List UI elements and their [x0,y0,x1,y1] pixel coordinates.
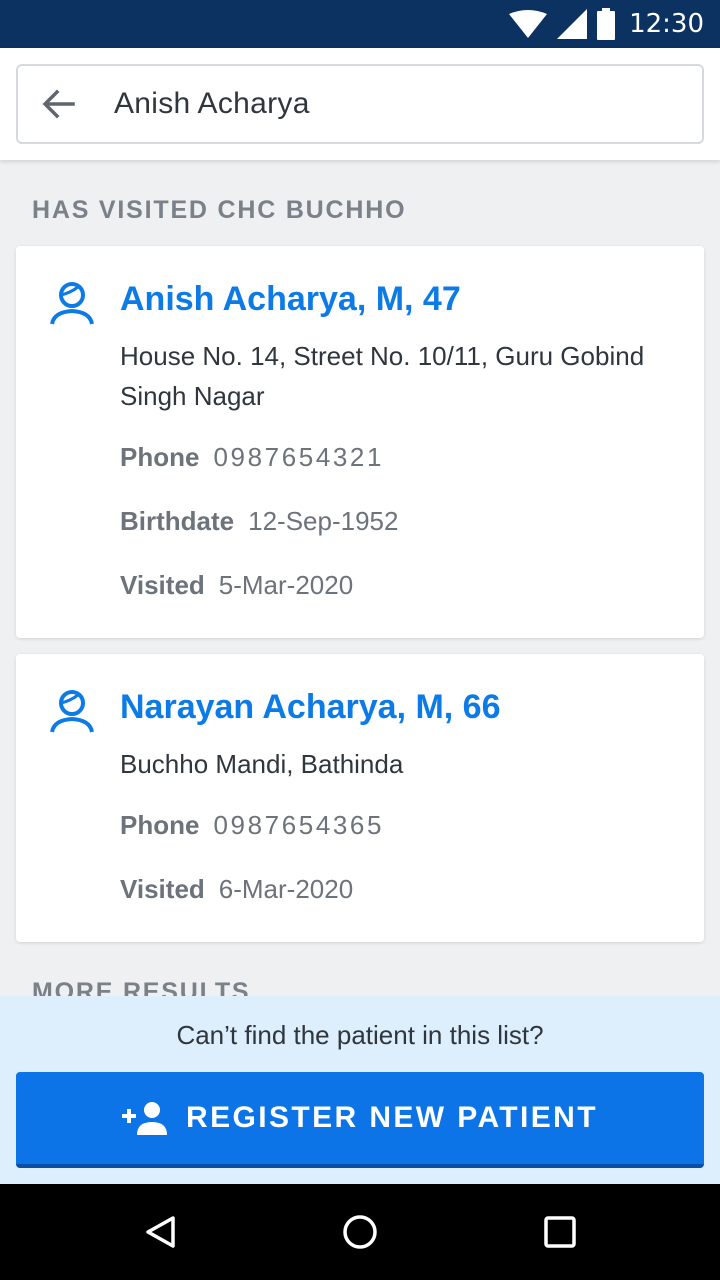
signal-icon [557,9,588,39]
nav-back-button[interactable] [110,1184,210,1280]
wifi-icon [509,10,548,38]
battery-icon [597,8,616,40]
visited-label: Visited [120,874,205,904]
search-box [16,64,704,144]
arrow-back-icon [42,89,75,119]
patient-address: Buchho Mandi, Bathinda [120,749,404,779]
visited-row: Visited 6-Mar-2020 [120,874,353,905]
navigation-bar [0,1184,720,1280]
phone-value: 0987654365 [213,810,385,840]
phone-label: Phone [120,810,200,840]
status-bar: 12:30 [0,0,720,48]
triangle-back-icon [146,1216,175,1248]
section-header-visited: HAS VISITED CHC BUCHHO [32,196,407,224]
patient-icon [50,282,94,325]
status-time: 12:30 [629,9,704,39]
nav-home-button[interactable] [310,1184,410,1280]
phone-value: 0987654321 [213,442,385,472]
birthdate-row: Birthdate 12-Sep-1952 [120,506,398,537]
search-results[interactable]: HAS VISITED CHC BUCHHO Anish Acharya, M,… [0,160,720,996]
nav-recents-button[interactable] [510,1184,610,1280]
patient-address: House No. 14, Street No. 10/11, Guru Gob… [120,341,645,411]
visited-label: Visited [120,570,205,600]
patient-name: Anish Acharya, M, 47 [120,280,461,318]
birthdate-value: 12-Sep-1952 [248,506,399,536]
visited-row: Visited 5-Mar-2020 [120,570,353,601]
app-header [0,48,720,160]
search-input[interactable] [114,87,674,121]
birthdate-label: Birthdate [120,506,235,536]
patient-icon [50,690,94,733]
back-button[interactable] [18,66,98,142]
phone-row: Phone 0987654321 [120,442,384,473]
square-recents-icon [544,1216,576,1248]
circle-home-icon [343,1215,377,1249]
register-label: REGISTER NEW PATIENT [186,1101,598,1134]
section-header-more: MORE RESULTS [32,978,251,996]
register-panel: Can’t find the patient in this list? REG… [0,996,720,1184]
visited-value: 6-Mar-2020 [218,874,354,904]
phone-row: Phone 0987654365 [120,810,384,841]
phone-label: Phone [120,442,200,472]
visited-value: 5-Mar-2020 [218,570,354,600]
add-person-icon [122,1102,168,1135]
patient-name: Narayan Acharya, M, 66 [120,688,501,726]
patient-card[interactable]: Narayan Acharya, M, 66 Buchho Mandi, Bat… [16,654,704,942]
cant-find-text: Can’t find the patient in this list? [176,1020,544,1050]
patient-card[interactable]: Anish Acharya, M, 47 House No. 14, Stree… [16,246,704,638]
register-new-patient-button[interactable]: REGISTER NEW PATIENT [16,1072,704,1168]
